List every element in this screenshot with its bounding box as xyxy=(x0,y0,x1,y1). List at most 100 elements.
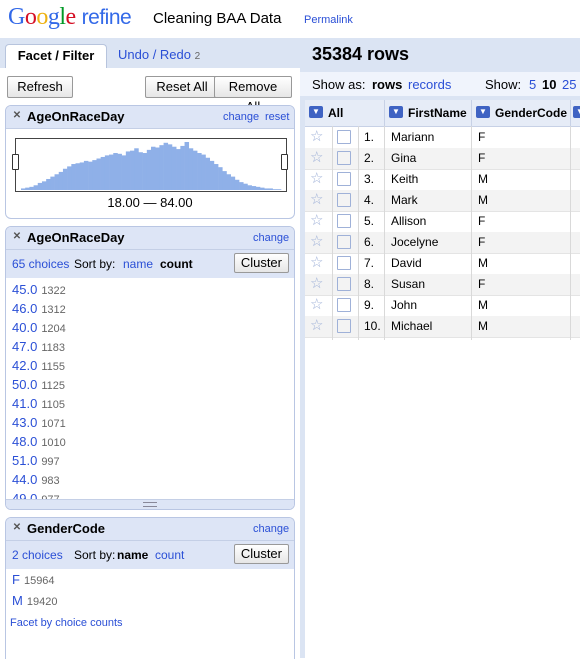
page-size-25-link[interactable]: 25 xyxy=(562,77,576,92)
table-row[interactable]: ☆ 9. John M xyxy=(305,295,580,317)
cell-firstname[interactable]: Susan xyxy=(391,277,425,291)
star-icon[interactable]: ☆ xyxy=(310,297,323,312)
table-row[interactable]: ☆ 6. Jocelyne F xyxy=(305,232,580,254)
facet-choice[interactable]: M 19420 xyxy=(12,593,57,608)
facet-choice[interactable]: 47.0 1183 xyxy=(12,339,65,354)
table-row[interactable]: ☆ 5. Allison F xyxy=(305,211,580,233)
facet-resize-handle[interactable] xyxy=(6,499,294,509)
facet-choice[interactable]: 45.0 1322 xyxy=(12,282,66,297)
star-icon[interactable]: ☆ xyxy=(310,192,323,207)
cell-gendercode[interactable]: M xyxy=(478,172,488,186)
cell-firstname[interactable]: Mark xyxy=(391,193,418,207)
sort-by-name-link[interactable]: name xyxy=(123,257,153,271)
facet-choice[interactable]: 50.0 1125 xyxy=(12,377,65,392)
facet-reset-link[interactable]: reset xyxy=(265,111,289,123)
cell-gendercode[interactable]: M xyxy=(478,193,488,207)
tab-undo-redo[interactable]: Undo / Redo 2 xyxy=(118,44,200,68)
facet-choice[interactable]: F 15964 xyxy=(12,572,55,587)
table-row[interactable]: ☆ 2. Gina F xyxy=(305,148,580,170)
refresh-button[interactable]: Refresh xyxy=(7,76,73,98)
project-title[interactable]: Cleaning BAA Data xyxy=(153,10,281,27)
flag-icon[interactable] xyxy=(337,256,351,270)
tab-facet-filter[interactable]: Facet / Filter xyxy=(5,44,107,69)
facet-choice[interactable]: 48.0 1010 xyxy=(12,434,66,449)
facet-choice[interactable]: 41.0 1105 xyxy=(12,396,65,411)
reset-all-button[interactable]: Reset All xyxy=(145,76,219,98)
star-icon[interactable]: ☆ xyxy=(310,129,323,144)
table-row[interactable]: ☆ 7. David M xyxy=(305,253,580,275)
flag-icon[interactable] xyxy=(337,214,351,228)
table-row[interactable]: ☆ 4. Mark M xyxy=(305,190,580,212)
facet-change-link[interactable]: change xyxy=(223,111,259,123)
cell-firstname[interactable]: Keith xyxy=(391,172,418,186)
column-header-all[interactable]: ▼ All xyxy=(305,100,385,126)
table-row[interactable]: ☆ 10. Michael M xyxy=(305,316,580,338)
cell-firstname[interactable]: Jocelyne xyxy=(391,235,438,249)
flag-icon[interactable] xyxy=(337,193,351,207)
flag-icon[interactable] xyxy=(337,277,351,291)
show-as-records-link[interactable]: records xyxy=(408,77,451,92)
dropdown-arrow-icon[interactable]: ▼ xyxy=(573,106,580,118)
star-icon[interactable]: ☆ xyxy=(310,255,323,270)
close-facet-icon[interactable]: ✕ xyxy=(12,523,22,533)
sort-by-name[interactable]: name xyxy=(117,548,148,562)
cell-firstname[interactable]: Allison xyxy=(391,214,426,228)
table-row[interactable]: ☆ 8. Susan F xyxy=(305,274,580,296)
sort-by-count[interactable]: count xyxy=(160,257,193,271)
column-header-firstname[interactable]: ▼ FirstName xyxy=(385,100,472,126)
star-icon[interactable]: ☆ xyxy=(310,150,323,165)
facet-choice[interactable]: 51.0 997 xyxy=(12,453,60,468)
choices-count-link[interactable]: 2 choices xyxy=(12,548,63,562)
table-row[interactable]: ☆ 1. Mariann F xyxy=(305,127,580,149)
range-handle-left[interactable] xyxy=(12,154,19,170)
column-header-gendercode[interactable]: ▼ GenderCode xyxy=(472,100,571,126)
table-row[interactable]: ☆ 3. Keith M xyxy=(305,169,580,191)
cell-gendercode[interactable]: M xyxy=(478,256,488,270)
star-icon[interactable]: ☆ xyxy=(310,171,323,186)
age-histogram[interactable] xyxy=(15,138,287,192)
facet-choices-list[interactable]: 45.0 1322 46.0 1312 40.0 1204 47.0 1183 42.0 1155… xyxy=(6,278,294,500)
sort-by-count-link[interactable]: count xyxy=(155,548,184,562)
facet-choice[interactable]: 44.0 983 xyxy=(12,472,60,487)
facet-change-link[interactable]: change xyxy=(253,523,289,535)
star-icon[interactable]: ☆ xyxy=(310,318,323,333)
flag-icon[interactable] xyxy=(337,235,351,249)
cell-firstname[interactable]: Mariann xyxy=(391,130,434,144)
cell-firstname[interactable]: Gina xyxy=(391,151,416,165)
star-icon[interactable]: ☆ xyxy=(310,234,323,249)
facet-choice[interactable]: 40.0 1204 xyxy=(12,320,66,335)
cluster-button[interactable]: Cluster xyxy=(233,253,289,273)
cell-gendercode[interactable]: M xyxy=(478,298,488,312)
remove-all-button[interactable]: Remove All xyxy=(214,76,292,114)
facet-choice[interactable]: 46.0 1312 xyxy=(12,301,66,316)
close-facet-icon[interactable]: ✕ xyxy=(12,232,22,242)
cell-gendercode[interactable]: F xyxy=(478,130,485,144)
flag-icon[interactable] xyxy=(337,298,351,312)
flag-icon[interactable] xyxy=(337,319,351,333)
flag-icon[interactable] xyxy=(337,130,351,144)
close-facet-icon[interactable]: ✕ xyxy=(12,111,22,121)
page-size-10[interactable]: 10 xyxy=(542,77,556,92)
dropdown-arrow-icon[interactable]: ▼ xyxy=(476,106,490,118)
show-as-rows[interactable]: rows xyxy=(372,77,402,92)
dropdown-arrow-icon[interactable]: ▼ xyxy=(389,106,403,118)
facet-choice[interactable]: 42.0 1155 xyxy=(12,358,65,373)
flag-icon[interactable] xyxy=(337,151,351,165)
facet-choice[interactable]: 43.0 1071 xyxy=(12,415,66,430)
cell-gendercode[interactable]: F xyxy=(478,277,485,291)
cell-gendercode[interactable]: F xyxy=(478,235,485,249)
column-header-next[interactable]: ▼ xyxy=(571,100,580,126)
choices-count-link[interactable]: 65 choices xyxy=(12,257,69,271)
facet-change-link[interactable]: change xyxy=(253,232,289,244)
facet-by-choice-counts-link[interactable]: Facet by choice counts xyxy=(10,617,123,629)
google-refine-logo[interactable]: Google refine xyxy=(8,4,132,31)
cell-firstname[interactable]: John xyxy=(391,298,417,312)
page-size-5-link[interactable]: 5 xyxy=(529,77,536,92)
cluster-button[interactable]: Cluster xyxy=(233,544,289,564)
cell-gendercode[interactable]: F xyxy=(478,151,485,165)
cell-firstname[interactable]: Michael xyxy=(391,319,432,333)
permalink-link[interactable]: Permalink xyxy=(304,14,353,26)
cell-gendercode[interactable]: M xyxy=(478,319,488,333)
dropdown-arrow-icon[interactable]: ▼ xyxy=(309,106,323,118)
cell-firstname[interactable]: David xyxy=(391,256,422,270)
